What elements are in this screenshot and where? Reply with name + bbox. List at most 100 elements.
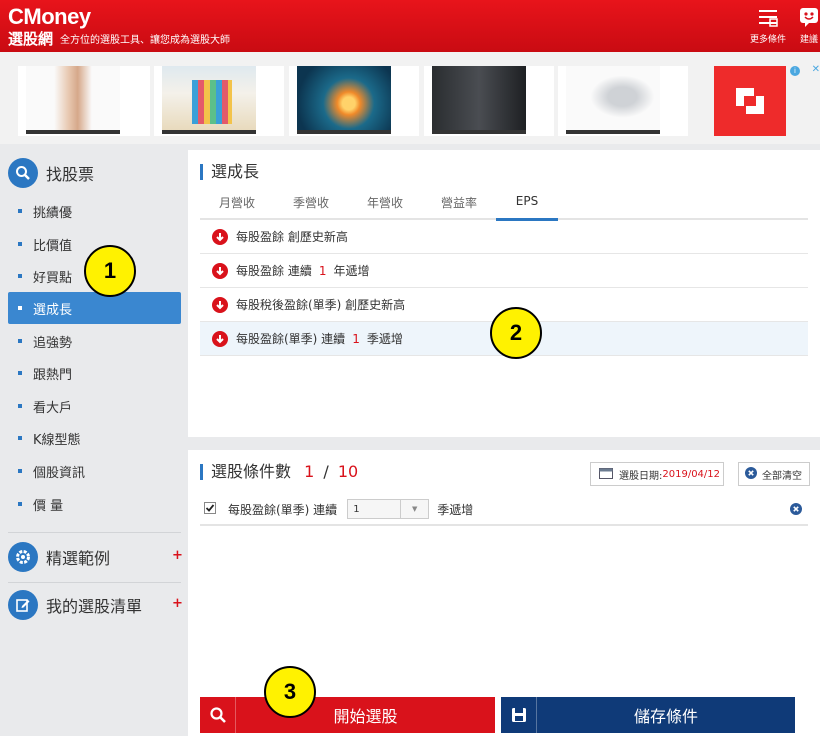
search-icon (200, 697, 236, 733)
selected-condition-suffix: 季遞增 (437, 502, 474, 517)
ad-brand-tile[interactable] (714, 66, 786, 136)
save-icon (501, 697, 537, 733)
bullet-icon (18, 371, 22, 375)
condition-row[interactable]: 每股盈餘 創歷史新高 (200, 220, 808, 254)
condition-suffix: 年遞增 (333, 264, 370, 278)
sidebar-item-label: 比價值 (33, 238, 73, 254)
ad-caption-bar (162, 130, 256, 134)
more-conditions-label: 更多條件 (750, 35, 787, 45)
examples-label: 精選範例 (46, 549, 111, 568)
more-conditions-button[interactable]: 更多條件 (750, 6, 786, 45)
period-dropdown[interactable]: 1 ▼ (347, 499, 430, 519)
date-value: 2019/04/12 (662, 468, 721, 480)
sidebar-item[interactable]: K線型態 (8, 422, 181, 454)
condition-suffix: 季遞增 (366, 332, 403, 346)
sidebar-item[interactable]: 看大戶 (8, 390, 181, 422)
clear-all-label: 全部清空 (762, 470, 802, 482)
growth-panel: 選成長 月營收 季營收 年營收 營益率 EPS 每股盈餘 創歷史新高 每股盈餘 … (188, 150, 820, 437)
selected-condition-row: 每股盈餘(單季) 連續 1 ▼ 季遞增 (200, 494, 808, 526)
bullet-icon (18, 404, 22, 408)
selection-count: 1 (304, 462, 315, 481)
tab-monthly-revenue[interactable]: 月營收 (200, 194, 274, 218)
condition-text: 每股盈餘(單季) 連續 (236, 332, 346, 346)
sidebar-item-label: 追強勢 (33, 335, 73, 351)
tab-annual-revenue[interactable]: 年營收 (348, 194, 422, 218)
ad-caption-bar (26, 130, 120, 134)
sidebar-item[interactable]: 追強勢 (8, 325, 181, 357)
callout-3: 3 (264, 666, 316, 718)
ad-tile[interactable] (424, 66, 554, 136)
ad-image (566, 66, 660, 134)
condition-number[interactable]: 1 (319, 264, 327, 278)
ad-choices-icon[interactable]: i (790, 66, 800, 76)
callout-2: 2 (490, 307, 542, 359)
sidebar: 找股票 挑績優 比價值 好買點 選成長 追強勢 跟熱門 看大戶 K線型態 個股資… (0, 150, 186, 736)
tab-eps[interactable]: EPS (496, 194, 558, 221)
ad-tile[interactable] (18, 66, 150, 136)
sidebar-item[interactable]: 個股資訊 (8, 455, 181, 487)
ad-banner: i ✕ (0, 52, 820, 144)
condition-number[interactable]: 1 (352, 332, 360, 346)
ad-tile[interactable] (558, 66, 688, 136)
sidebar-item[interactable]: 挑績優 (8, 195, 181, 227)
menu-icon (750, 6, 786, 32)
start-screening-button[interactable]: 開始選股 (200, 697, 495, 733)
selection-count-title: 選股條件數 1 / 10 (200, 464, 358, 480)
expand-examples-icon[interactable]: + (172, 548, 183, 563)
select-date-button[interactable]: 選股日期: 2019/04/12 (590, 462, 724, 486)
sidebar-item[interactable]: 價 量 (8, 488, 181, 520)
gear-icon (8, 542, 38, 572)
ad-image (432, 66, 526, 134)
smiley-icon (798, 6, 820, 32)
bullet-icon (18, 502, 22, 506)
bullet-icon (18, 209, 22, 213)
arrow-down-icon (212, 296, 228, 313)
ad-tile[interactable] (289, 66, 419, 136)
bullet-icon (18, 242, 22, 246)
edit-icon (8, 590, 38, 620)
condition-checkbox[interactable] (204, 501, 216, 517)
sidebar-item-label: K線型態 (33, 432, 81, 448)
examples-header[interactable]: 精選範例 (8, 542, 110, 572)
remove-condition-icon[interactable] (790, 503, 802, 518)
brand-name: 選股網 (8, 30, 54, 48)
arrow-down-icon (212, 262, 228, 279)
suggestion-label: 建議 (799, 35, 818, 45)
condition-text: 每股盈餘 連續 (236, 264, 312, 278)
ad-close-icon[interactable]: ✕ (812, 64, 820, 75)
date-label: 選股日期: (619, 470, 663, 482)
condition-row[interactable]: 每股盈餘 連續 1 年遞增 (200, 254, 808, 288)
sidebar-item-label: 選成長 (33, 302, 73, 318)
sidebar-item-active[interactable]: 選成長 (8, 292, 181, 324)
tab-operating-margin[interactable]: 營益率 (422, 194, 496, 218)
clear-all-button[interactable]: 全部清空 (738, 462, 810, 486)
selection-title-label: 選股條件數 (211, 462, 292, 481)
save-conditions-button[interactable]: 儲存條件 (501, 697, 795, 733)
panel-title: 選成長 (200, 164, 259, 180)
metric-tabs: 月營收 季營收 年營收 營益率 EPS (200, 190, 808, 221)
tab-quarterly-revenue[interactable]: 季營收 (274, 194, 348, 218)
bullet-icon (18, 469, 22, 473)
clear-icon (745, 466, 757, 482)
expand-my-list-icon[interactable]: + (172, 596, 183, 611)
brand-mark-icon (736, 88, 764, 114)
sidebar-item-label: 個股資訊 (33, 465, 86, 481)
app-header: CMoney 選股網 全方位的選股工具、讓您成為選股大師 更多條件 建議 (0, 0, 820, 52)
chevron-down-icon: ▼ (400, 500, 428, 518)
my-list-header[interactable]: 我的選股清單 (8, 590, 142, 620)
sidebar-item[interactable]: 跟熱門 (8, 357, 181, 389)
my-list-label: 我的選股清單 (46, 597, 143, 616)
find-stock-label: 找股票 (46, 165, 95, 184)
find-stock-header[interactable]: 找股票 (8, 158, 94, 188)
sidebar-item-label: 價 量 (33, 498, 64, 514)
ad-image-detail (192, 80, 232, 124)
suggestion-button[interactable]: 建議 (798, 6, 820, 45)
ad-tile[interactable] (154, 66, 284, 136)
bullet-icon (18, 339, 22, 343)
search-icon (8, 158, 38, 188)
ad-image (162, 66, 256, 134)
cmoney-logo[interactable]: CMoney (8, 4, 91, 30)
sidebar-item-label: 好買點 (33, 270, 73, 286)
condition-text: 每股稅後盈餘(單季) 創歷史新高 (236, 298, 406, 312)
bullet-icon (18, 436, 22, 440)
